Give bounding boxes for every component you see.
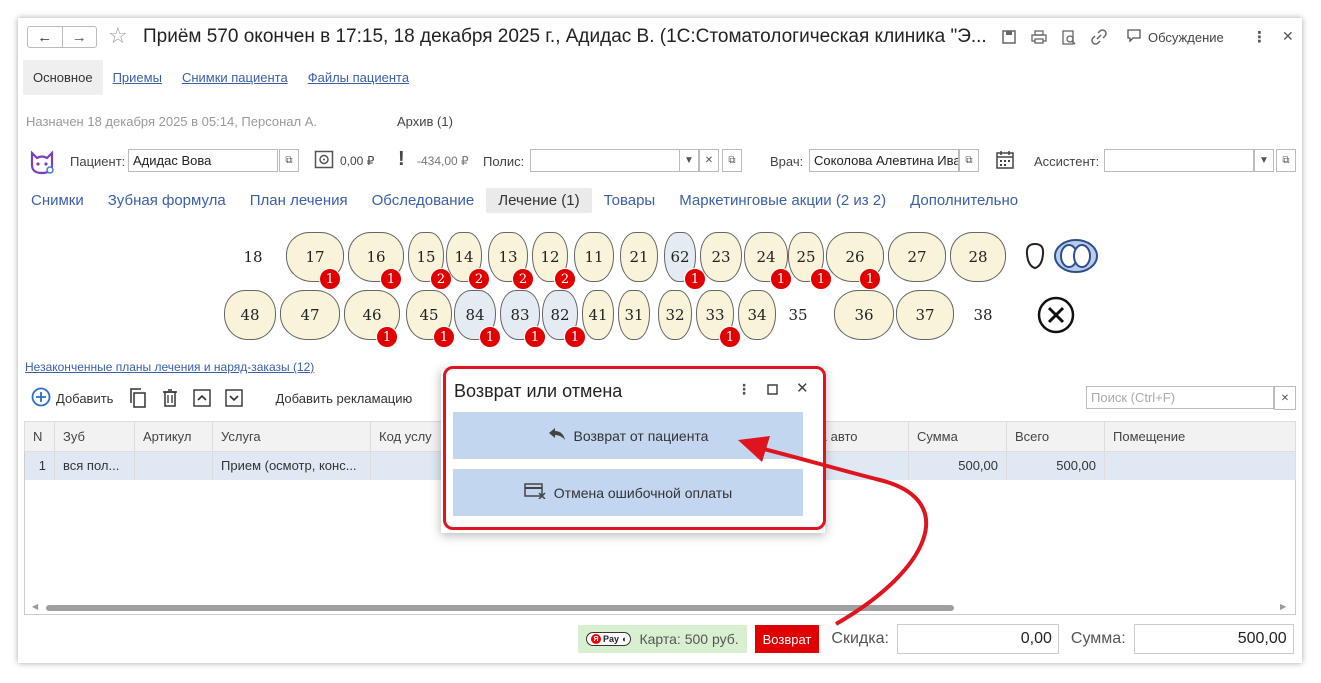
annotation-arrow	[738, 436, 929, 626]
